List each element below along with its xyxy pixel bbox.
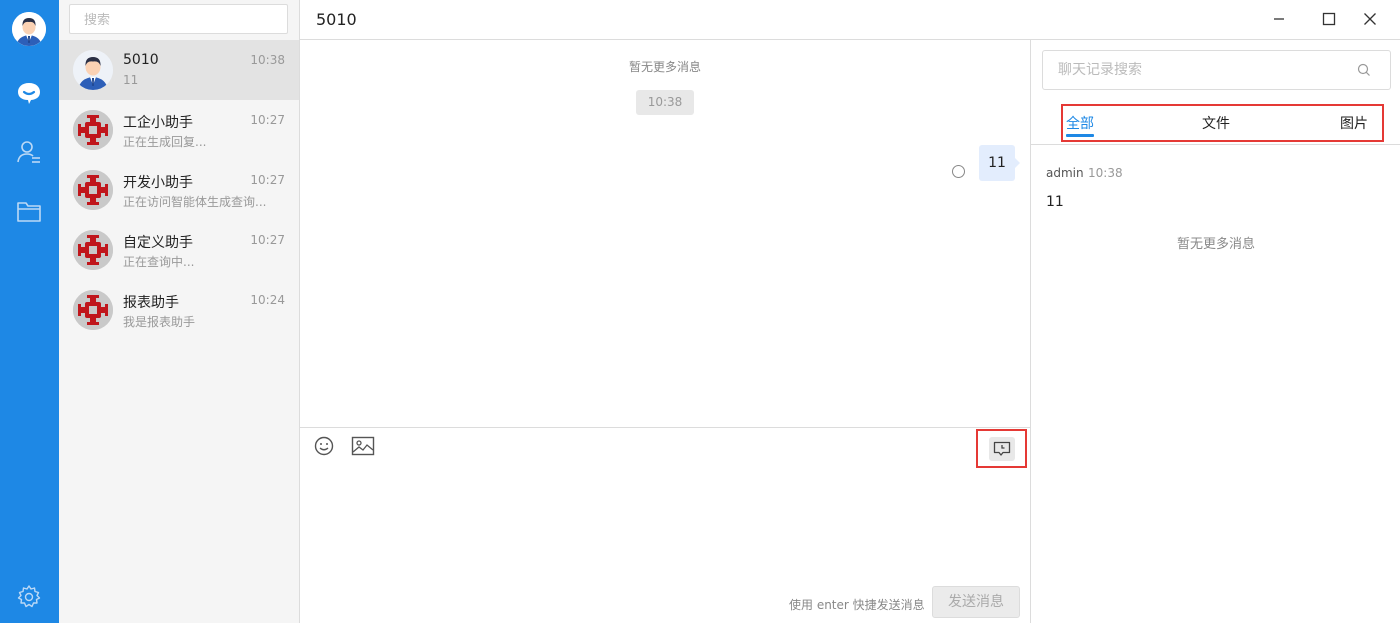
message-input[interactable] [310, 472, 1020, 572]
history-tabs: 全部 文件 图片 [1061, 104, 1384, 142]
contacts-icon [16, 139, 42, 169]
im-app: 5010 10:38 11 [0, 0, 1400, 623]
emoji-icon [313, 435, 335, 461]
conversation-time: 10:27 [250, 233, 285, 247]
tab-images[interactable]: 图片 [1340, 113, 1368, 133]
conversation-preview: 正在查询中... [123, 255, 195, 269]
conversation-name: 5010 [123, 52, 159, 68]
divider [1031, 144, 1400, 145]
emoji-button[interactable] [312, 436, 336, 460]
conversation-item[interactable]: 报表助手 10:24 我是报表助手 [59, 280, 299, 340]
minimize-button[interactable] [1265, 6, 1293, 34]
close-icon [1363, 11, 1377, 30]
chat-history-button[interactable] [976, 429, 1027, 468]
history-message[interactable]: 11 [1046, 194, 1064, 210]
search-icon[interactable] [1357, 62, 1371, 81]
my-avatar[interactable] [12, 12, 46, 46]
tab-files[interactable]: 文件 [1202, 113, 1230, 133]
history-search-placeholder: 聊天记录搜索 [1058, 62, 1142, 78]
no-more-messages: 暂无更多消息 [628, 60, 701, 74]
chat-title: 5010 [316, 10, 357, 29]
active-tab-indicator [1066, 134, 1094, 137]
bot-avatar [73, 230, 113, 270]
nav-contacts[interactable] [14, 139, 44, 169]
chat-icon [16, 80, 42, 110]
conversation-item[interactable]: 开发小助手 10:27 正在访问智能体生成查询... [59, 160, 299, 220]
close-button[interactable] [1356, 6, 1384, 34]
conversation-preview: 正在生成回复... [123, 135, 207, 149]
send-button[interactable]: 发送消息 [932, 586, 1020, 618]
conversation-time: 10:24 [250, 293, 285, 307]
chat-history-panel: 聊天记录搜索 全部 文件 图片 admin 10:38 11 暂无更多消息 [1030, 40, 1400, 623]
conversation-time: 10:38 [250, 53, 285, 67]
minimize-icon [1272, 11, 1286, 30]
bot-avatar [73, 290, 113, 330]
composer: 使用 enter 快捷发送消息 发送消息 [300, 428, 1030, 623]
conversation-time: 10:27 [250, 113, 285, 127]
history-sender: admin [1046, 166, 1084, 180]
bot-avatar [73, 170, 113, 210]
tab-all[interactable]: 全部 [1066, 113, 1094, 133]
folder-icon [16, 198, 42, 228]
time-divider: 10:38 [636, 90, 694, 115]
conversation-name: 自定义助手 [123, 235, 193, 251]
conversation-item[interactable]: 工企小助手 10:27 正在生成回复... [59, 100, 299, 160]
image-button[interactable] [351, 436, 375, 460]
user-avatar [73, 50, 113, 90]
conversation-item[interactable]: 5010 10:38 11 [59, 40, 299, 100]
settings-icon [16, 584, 42, 614]
image-icon [351, 435, 375, 461]
nav-chat[interactable] [14, 80, 44, 110]
read-status-indicator [952, 165, 965, 178]
conversation-preview: 我是报表助手 [123, 315, 196, 329]
conversation-name: 开发小助手 [123, 175, 193, 191]
title-bar: 5010 [300, 0, 1400, 40]
nav-rail [0, 0, 59, 623]
conversation-preview: 11 [123, 73, 139, 87]
history-no-more: 暂无更多消息 [1176, 237, 1255, 252]
maximize-icon [1322, 11, 1336, 30]
chat-history-icon [988, 436, 1015, 461]
nav-files[interactable] [14, 198, 44, 228]
conversation-name: 报表助手 [123, 295, 179, 311]
conversation-preview: 正在访问智能体生成查询... [123, 195, 267, 209]
conversation-name: 工企小助手 [123, 115, 193, 131]
settings-button[interactable] [14, 584, 44, 614]
history-time: 10:38 [1088, 166, 1123, 180]
send-hint: 使用 enter 快捷发送消息 [789, 598, 925, 612]
conversation-search-input[interactable] [69, 4, 288, 34]
conversation-item[interactable]: 自定义助手 10:27 正在查询中... [59, 220, 299, 280]
message-bubble[interactable]: 11 [979, 145, 1020, 181]
maximize-button[interactable] [1315, 6, 1343, 34]
history-search-input[interactable]: 聊天记录搜索 [1042, 50, 1391, 90]
message-area: 暂无更多消息 10:38 11 [300, 40, 1030, 428]
conversation-list: 5010 10:38 11 [59, 0, 300, 623]
conversation-time: 10:27 [250, 173, 285, 187]
bot-avatar [73, 110, 113, 150]
